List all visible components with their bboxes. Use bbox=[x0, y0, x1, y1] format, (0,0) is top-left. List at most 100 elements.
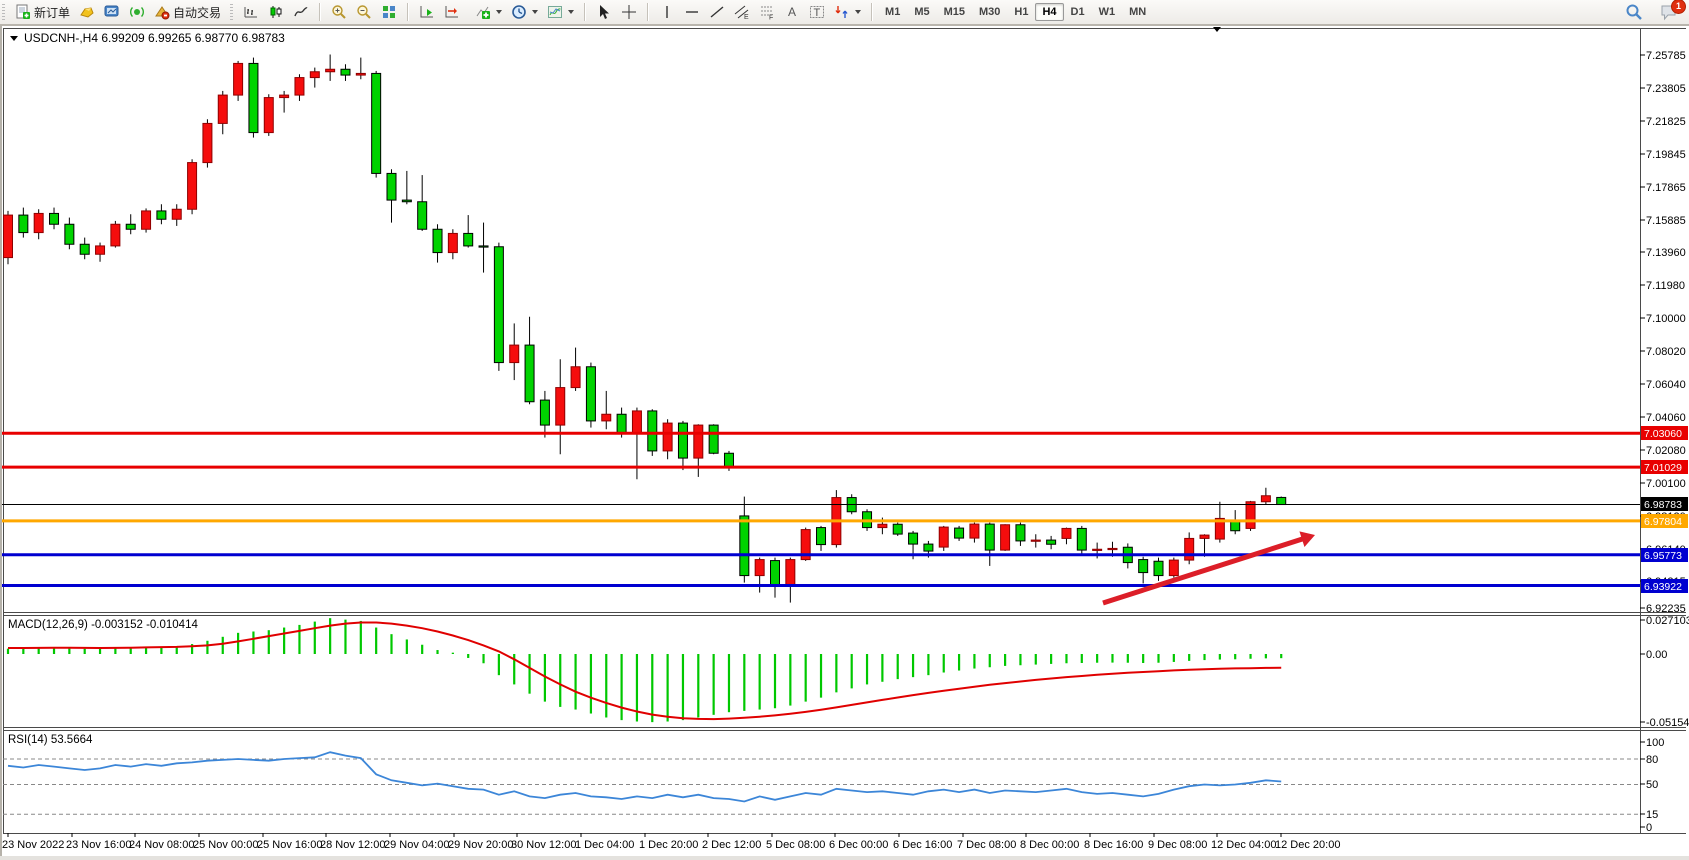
trendline-tool-button[interactable] bbox=[704, 2, 729, 22]
vertical-line-tool-button[interactable] bbox=[654, 2, 679, 22]
candle-body bbox=[1200, 535, 1209, 538]
equidistant-channel-tool-button[interactable]: E bbox=[729, 2, 754, 22]
cursor-tool-button[interactable] bbox=[591, 2, 616, 22]
macd-label: MACD(12,26,9) -0.003152 -0.010414 bbox=[8, 619, 198, 631]
window-bottom-edge bbox=[0, 856, 1689, 860]
candle-body bbox=[1093, 549, 1102, 550]
candle-body bbox=[96, 246, 105, 254]
timeframe-button-mn[interactable]: MN bbox=[1122, 3, 1153, 21]
candle-body bbox=[970, 524, 979, 538]
candle-body bbox=[924, 544, 933, 551]
horizontal-line-icon bbox=[683, 4, 700, 20]
price-axis-label: 7.17865 bbox=[1646, 182, 1686, 194]
zoom-out-button[interactable] bbox=[351, 2, 376, 22]
candle-body bbox=[203, 123, 212, 162]
timeframe-button-m5[interactable]: M5 bbox=[907, 3, 936, 21]
fibonacci-icon: F bbox=[758, 4, 775, 20]
time-axis-label: 12 Dec 20:00 bbox=[1275, 839, 1340, 851]
price-axis-label: 7.08020 bbox=[1646, 346, 1686, 358]
rsi-axis-label: 15 bbox=[1646, 809, 1658, 821]
time-axis-label: 30 Nov 12:00 bbox=[511, 839, 576, 851]
zoom-in-icon bbox=[330, 4, 347, 20]
candle-body bbox=[1031, 540, 1040, 541]
crosshair-tool-button[interactable] bbox=[616, 2, 641, 22]
candle-body bbox=[142, 211, 151, 229]
bar-chart-mode-button[interactable] bbox=[238, 2, 263, 22]
candle-body bbox=[264, 98, 273, 133]
time-axis-label: 28 Nov 12:00 bbox=[320, 839, 385, 851]
time-axis-label: 6 Dec 00:00 bbox=[829, 839, 888, 851]
notification-count-badge: 1 bbox=[1671, 0, 1686, 14]
text-tool-button[interactable]: A bbox=[779, 2, 804, 22]
time-axis-label: 23 Nov 16:00 bbox=[66, 839, 131, 851]
timeframe-button-m1[interactable]: M1 bbox=[878, 3, 907, 21]
indicators-button[interactable] bbox=[470, 2, 506, 22]
price-axis-label: 7.19845 bbox=[1646, 149, 1686, 161]
candle-body bbox=[34, 213, 43, 232]
price-axis-label: 7.10000 bbox=[1646, 313, 1686, 325]
chart-shift-button[interactable] bbox=[439, 2, 464, 22]
chevron-down-icon bbox=[568, 10, 574, 14]
candle-body bbox=[525, 345, 534, 402]
notifications-button[interactable]: 1 bbox=[1656, 2, 1681, 22]
search-button[interactable] bbox=[1621, 2, 1646, 22]
toolbar-grip[interactable] bbox=[2, 4, 5, 20]
candle-body bbox=[556, 388, 565, 426]
arrows-tool-button[interactable] bbox=[829, 2, 865, 22]
periods-button[interactable] bbox=[506, 2, 542, 22]
horizontal-line-tool-button[interactable] bbox=[679, 2, 704, 22]
price-axis-label: 7.04060 bbox=[1646, 412, 1686, 424]
market-button[interactable] bbox=[74, 2, 99, 22]
candle-body bbox=[663, 423, 672, 451]
candle-body bbox=[464, 233, 473, 246]
text-icon: A bbox=[783, 4, 800, 20]
search-icon bbox=[1625, 4, 1642, 20]
toolbar-grip[interactable] bbox=[230, 4, 233, 20]
zoom-in-button[interactable] bbox=[326, 2, 351, 22]
price-badge-label: 6.97804 bbox=[1644, 516, 1682, 528]
timeframe-button-m15[interactable]: M15 bbox=[937, 3, 972, 21]
candle-body bbox=[402, 200, 411, 202]
signals-button[interactable] bbox=[124, 2, 149, 22]
candle-body bbox=[4, 215, 13, 257]
price-badge-label: 6.93922 bbox=[1644, 581, 1682, 593]
auto-scroll-button[interactable] bbox=[414, 2, 439, 22]
candle-body bbox=[157, 211, 166, 219]
text-label-tool-button[interactable]: T bbox=[804, 2, 829, 22]
rsi-axis-label: 50 bbox=[1646, 779, 1658, 791]
candlestick-mode-button[interactable] bbox=[263, 2, 288, 22]
candle-body bbox=[755, 560, 764, 576]
candle-body bbox=[80, 244, 89, 254]
candle-body bbox=[786, 560, 795, 585]
vertical-line-icon bbox=[658, 4, 675, 20]
time-axis-label: 2 Dec 12:00 bbox=[702, 839, 761, 851]
auto-trading-button[interactable]: 自动交易 bbox=[149, 2, 225, 22]
rsi-axis-label: 100 bbox=[1646, 737, 1664, 749]
timeframe-button-w1[interactable]: W1 bbox=[1092, 3, 1123, 21]
timeframe-button-h1[interactable]: H1 bbox=[1007, 3, 1035, 21]
price-axis-label: 7.02080 bbox=[1646, 445, 1686, 457]
fibonacci-tool-button[interactable]: F bbox=[754, 2, 779, 22]
timeframe-button-m30[interactable]: M30 bbox=[972, 3, 1007, 21]
candle-body bbox=[1077, 528, 1086, 550]
trendline-icon bbox=[708, 4, 725, 20]
price-axis-label: 7.15885 bbox=[1646, 215, 1686, 227]
candle-body bbox=[985, 524, 994, 550]
candle-body bbox=[1185, 538, 1194, 560]
price-axis-label: 7.25785 bbox=[1646, 50, 1686, 62]
candle-body bbox=[111, 224, 120, 246]
svg-text:A: A bbox=[788, 5, 796, 19]
new-order-button[interactable]: 新订单 bbox=[10, 2, 74, 22]
chart-canvas[interactable]: 7.257857.238057.218257.198457.178657.158… bbox=[0, 0, 1689, 860]
chart-shift-icon bbox=[443, 4, 460, 20]
candle-body bbox=[1154, 561, 1163, 575]
templates-button[interactable] bbox=[542, 2, 578, 22]
timeframe-button-d1[interactable]: D1 bbox=[1064, 3, 1092, 21]
macd-axis-label: -0.051546 bbox=[1646, 717, 1689, 729]
line-chart-mode-button[interactable] bbox=[288, 2, 313, 22]
tile-windows-button[interactable] bbox=[376, 2, 401, 22]
metaeditor-button[interactable] bbox=[99, 2, 124, 22]
time-axis-label: 23 Nov 2022 bbox=[2, 839, 64, 851]
timeframe-button-h4[interactable]: H4 bbox=[1035, 3, 1063, 21]
candle-body bbox=[1108, 548, 1117, 549]
